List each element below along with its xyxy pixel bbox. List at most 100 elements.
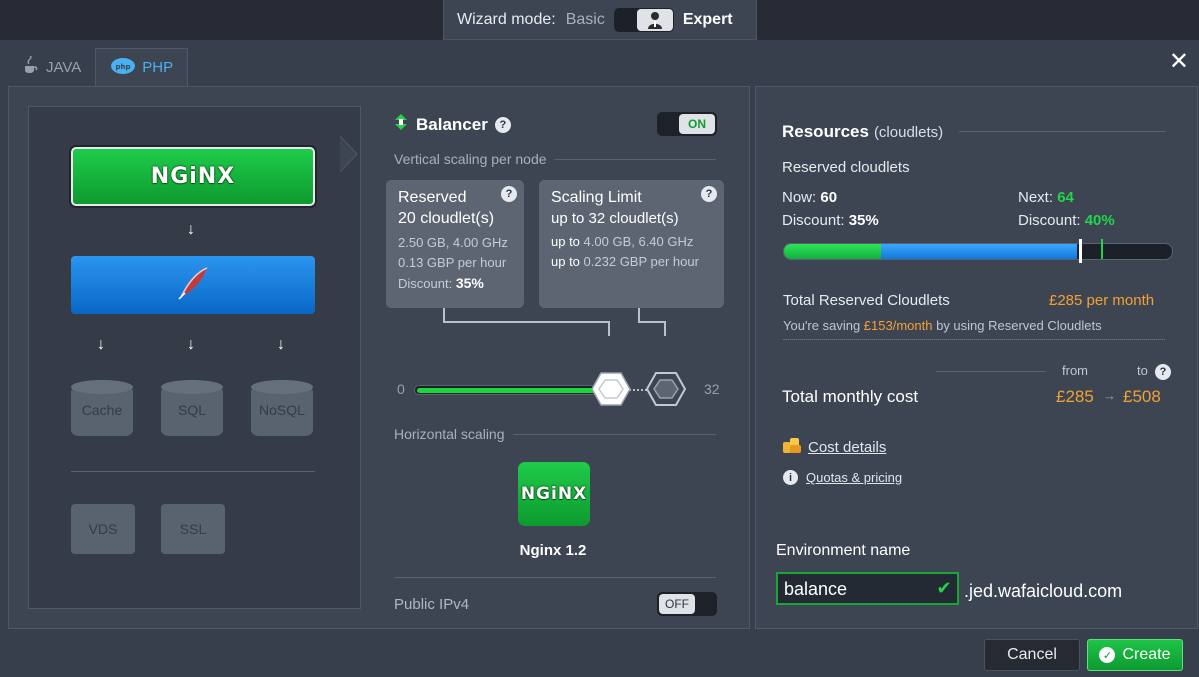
cost-details-link[interactable]: Cost details (782, 436, 886, 459)
create-button[interactable]: ✓ Create (1087, 639, 1183, 671)
wizard-basic-option[interactable]: Basic (566, 11, 605, 29)
ssl-button[interactable]: SSL (161, 504, 225, 554)
check-icon: ✓ (1099, 647, 1116, 663)
now-discount: Discount: 35% (782, 212, 879, 229)
reserved-handle[interactable] (591, 371, 631, 407)
scaling-limit-card: ? Scaling Limit up to 32 cloudlet(s) up … (539, 180, 724, 308)
domain-suffix: .jed.wafaicloud.com (964, 581, 1123, 601)
valid-check-icon: ✔ (931, 572, 959, 605)
balancer-node-button[interactable]: NGiNX (71, 147, 315, 206)
info-icon: i (783, 470, 798, 485)
reserved-discount-label: Discount: (398, 276, 453, 291)
down-arrow-icon: ↓ (187, 221, 195, 238)
reserved-cloudlets-label: Reserved cloudlets (782, 159, 910, 176)
scaling-limit-specs: 4.00 GB, 6.40 GHz (583, 234, 694, 249)
wizard-mode-toggle[interactable] (613, 7, 674, 32)
coins-icon (782, 436, 802, 459)
cache-label: Cache (81, 402, 123, 418)
php-elephant-icon: php (110, 57, 136, 79)
app-server-button[interactable] (71, 256, 315, 314)
balancer-title: Balancer (416, 114, 488, 134)
down-arrow-icon: ↓ (97, 336, 105, 353)
current-marker (1079, 239, 1082, 263)
selected-node-pointer (340, 136, 358, 172)
cost-to: £508 (1123, 387, 1161, 406)
balancer-icon (393, 113, 409, 136)
public-ipv4-toggle[interactable]: OFF (657, 592, 717, 616)
sql-node-button[interactable]: SQL (161, 380, 223, 438)
usage-blue-segment (881, 244, 1077, 259)
tab-java-label: JAVA (46, 58, 82, 76)
to-label: to (1137, 363, 1148, 378)
saving-note: You're saving £153/month by using Reserv… (783, 318, 1102, 333)
cloudlet-usage-bar (783, 243, 1173, 260)
next-discount: Discount: 40% (1018, 212, 1115, 229)
help-icon[interactable]: ? (1155, 364, 1171, 380)
nginx-node-icon[interactable]: NGiNX (518, 462, 590, 526)
total-monthly-label: Total monthly cost (782, 387, 919, 406)
sql-label: SQL (177, 402, 206, 418)
balancer-toggle[interactable]: ON (657, 112, 717, 136)
close-icon[interactable]: ✕ (1169, 50, 1189, 74)
wizard-mode-switch: Wizard mode: Basic Expert (443, 0, 757, 40)
scaling-limit-price: 0.232 GBP per hour (583, 254, 699, 269)
nosql-label: NoSQL (259, 402, 305, 418)
down-arrow-icon: ↓ (187, 336, 195, 353)
nginx-logo: NGiNX (520, 484, 588, 504)
down-arrow-icon: ↓ (277, 336, 285, 353)
divider (959, 131, 1165, 132)
cancel-button[interactable]: Cancel (984, 639, 1080, 671)
reserved-specs: 2.50 GB, 4.00 GHz (398, 235, 508, 250)
topology-divider (71, 471, 315, 472)
tab-php[interactable]: php PHP (95, 48, 189, 86)
limit-handle[interactable] (646, 371, 686, 407)
divider (394, 577, 716, 578)
svg-text:php: php (116, 63, 131, 71)
now-cloudlets: Now: 60 (782, 189, 838, 206)
saving-value: £153/month (863, 318, 933, 333)
reserved-discount-value: 35% (455, 275, 484, 291)
total-reserved-value: £285 per month (1049, 292, 1155, 309)
now-value: 60 (820, 189, 838, 206)
horizontal-scaling-header: Horizontal scaling (394, 426, 716, 442)
reserved-card: ? Reserved 20 cloudlet(s) 2.50 GB, 4.00 … (386, 180, 524, 308)
resources-panel: Resources (cloudlets) Reserved cloudlets… (755, 86, 1198, 629)
next-value: 64 (1057, 189, 1074, 206)
from-label: from (1062, 363, 1088, 378)
next-cloudlets: Next: 64 (1018, 189, 1074, 206)
top-bar: Wizard mode: Basic Expert (0, 0, 1199, 40)
environment-dialog: JAVA php PHP ✕ NGiNX ↓ ↓ ↓ ↓ Cache SQL N… (0, 40, 1199, 677)
user-avatar-icon (636, 8, 673, 31)
cost-from: £285 (1056, 387, 1094, 406)
nginx-logo: NGiNX (150, 164, 236, 189)
vds-node-button[interactable]: VDS (71, 504, 135, 554)
help-icon[interactable]: ? (494, 116, 511, 133)
cloudlet-slider[interactable] (414, 385, 620, 395)
nosql-node-button[interactable]: NoSQL (251, 380, 313, 438)
vertical-scaling-header: Vertical scaling per node (394, 151, 716, 167)
quotas-pricing-link[interactable]: i Quotas & pricing (783, 470, 902, 485)
apache-feather-icon (173, 263, 213, 308)
ipv4-toggle-state: OFF (659, 594, 695, 614)
engine-tabs: JAVA php PHP (8, 48, 189, 86)
topology-panel: NGiNX ↓ ↓ ↓ ↓ Cache SQL NoSQL VDS SSL (28, 106, 361, 609)
tab-java[interactable]: JAVA (8, 48, 95, 86)
env-name-label: Environment name (776, 542, 911, 559)
help-icon[interactable]: ? (701, 186, 717, 202)
scaling-limit-cloudlets: up to 32 cloudlet(s) (551, 210, 679, 227)
balancer-header: Balancer ? (393, 113, 511, 136)
slider-connectors (443, 308, 666, 336)
arrow-right-icon: → (1103, 388, 1116, 403)
java-cup-icon (22, 55, 40, 78)
scaling-limit-title: Scaling Limit (551, 189, 642, 206)
configuration-panel: NGiNX ↓ ↓ ↓ ↓ Cache SQL NoSQL VDS SSL Ba… (8, 86, 750, 629)
cache-node-button[interactable]: Cache (71, 380, 133, 438)
help-icon[interactable]: ? (501, 186, 517, 202)
wizard-expert-option[interactable]: Expert (683, 11, 733, 29)
wizard-mode-label: Wizard mode: (457, 10, 556, 28)
public-ipv4-label: Public IPv4 (394, 596, 470, 613)
resources-title: Resources (cloudlets) (782, 122, 944, 141)
slider-min: 0 (397, 381, 405, 397)
usage-green-segment (784, 244, 881, 259)
slider-max: 32 (704, 381, 720, 397)
